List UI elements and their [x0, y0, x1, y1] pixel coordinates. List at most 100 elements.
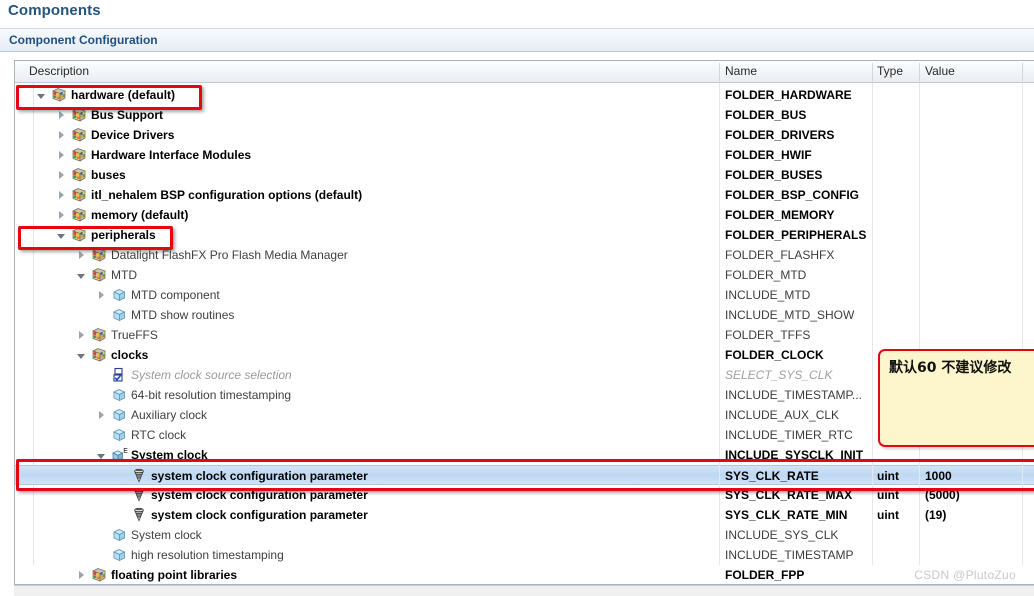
- tree-row-value[interactable]: 1000: [925, 469, 952, 483]
- chevron-right-icon[interactable]: [57, 151, 66, 160]
- tree-row[interactable]: MTD FOLDER_MTD: [15, 265, 1034, 285]
- tree-row-description: hardware (default): [71, 88, 176, 102]
- chevron-down-icon[interactable]: [97, 451, 106, 460]
- tree-row-name: INCLUDE_AUX_CLK: [725, 408, 840, 422]
- tree-row-description: 64-bit resolution timestamping: [131, 388, 292, 402]
- tree-row[interactable]: peripherals FOLDER_PERIPHERALS: [15, 225, 1034, 245]
- chevron-right-icon[interactable]: [97, 291, 106, 300]
- tree-row[interactable]: system clock configuration parameter SYS_…: [15, 485, 1034, 505]
- parameter-icon: [131, 468, 147, 484]
- chevron-right-icon[interactable]: [97, 411, 106, 420]
- tree-row-value[interactable]: (5000): [925, 488, 960, 502]
- chevron-down-icon[interactable]: [57, 231, 66, 240]
- folder-icon: [71, 207, 87, 223]
- column-divider-3[interactable]: [919, 63, 920, 81]
- tree-row[interactable]: high resolution timestamping INCLUDE_TIME…: [15, 545, 1034, 565]
- tree-row[interactable]: hardware (default) FOLDER_HARDWARE: [15, 85, 1034, 105]
- tree-row-name: FOLDER_TFFS: [725, 328, 811, 342]
- section-title: Component Configuration: [9, 33, 158, 47]
- tree-row[interactable]: system clock configuration parameter SYS_…: [15, 505, 1034, 525]
- watermark: CSDN @PlutoZuo: [914, 568, 1016, 582]
- column-separator-2: [872, 83, 873, 565]
- tree-row-type: uint: [877, 469, 899, 483]
- tree-row[interactable]: Datalight FlashFX Pro Flash Media Manage…: [15, 245, 1034, 265]
- tree-row-name: FOLDER_BUS: [725, 108, 807, 122]
- chevron-right-icon[interactable]: [57, 111, 66, 120]
- tree-row-name: INCLUDE_TIMER_RTC: [725, 428, 853, 442]
- component-icon: [111, 307, 127, 323]
- tree-row-description: itl_nehalem BSP configuration options (d…: [91, 188, 363, 202]
- column-divider-4[interactable]: [1022, 63, 1023, 81]
- column-header-type[interactable]: Type: [877, 64, 903, 78]
- tree-row[interactable]: E System clock INCLUDE_SYSCLK_INIT: [15, 445, 1034, 465]
- tree-row[interactable]: System clock INCLUDE_SYS_CLK: [15, 525, 1034, 545]
- tree-row[interactable]: buses FOLDER_BUSES: [15, 165, 1034, 185]
- folder-icon: [91, 567, 107, 583]
- component-icon: [111, 427, 127, 443]
- column-header-name[interactable]: Name: [725, 64, 757, 78]
- tree-row-name: SYS_CLK_RATE_MAX: [725, 488, 853, 502]
- tree-row[interactable]: memory (default) FOLDER_MEMORY: [15, 205, 1034, 225]
- component-tree-panel[interactable]: Description Name Type Value hardware (de…: [14, 60, 1034, 585]
- folder-icon: [91, 267, 107, 283]
- folder-icon: [91, 327, 107, 343]
- folder-icon: [71, 187, 87, 203]
- chevron-right-icon[interactable]: [57, 211, 66, 220]
- tree-row-name: INCLUDE_MTD: [725, 288, 811, 302]
- tree-row-name: INCLUDE_TIMESTAMP...: [725, 388, 862, 402]
- chevron-right-icon[interactable]: [77, 331, 86, 340]
- panel-bottom-strip: [14, 585, 1034, 596]
- component-icon: [111, 547, 127, 563]
- chevron-right-icon[interactable]: [57, 171, 66, 180]
- tree-row[interactable]: floating point libraries FOLDER_FPP: [15, 565, 1034, 584]
- tree-row-name: FOLDER_MTD: [725, 268, 807, 282]
- component-icon: [111, 527, 127, 543]
- column-divider-1[interactable]: [719, 63, 720, 81]
- tree-row-description: Device Drivers: [91, 128, 175, 142]
- chevron-right-icon[interactable]: [57, 131, 66, 140]
- chevron-right-icon[interactable]: [77, 571, 86, 580]
- tree-row-name: FOLDER_MEMORY: [725, 208, 835, 222]
- tree-row[interactable]: Bus Support FOLDER_BUS: [15, 105, 1034, 125]
- tree-row-value[interactable]: (19): [925, 508, 946, 522]
- tree-row-name: INCLUDE_SYS_CLK: [725, 528, 839, 542]
- folder-icon: [91, 347, 107, 363]
- tree-row-name: FOLDER_BUSES: [725, 168, 823, 182]
- tree-row-name: FOLDER_PERIPHERALS: [725, 228, 867, 242]
- tree-row[interactable]: TrueFFS FOLDER_TFFS: [15, 325, 1034, 345]
- tree-row[interactable]: Hardware Interface Modules FOLDER_HWIF: [15, 145, 1034, 165]
- tree-row-description: Bus Support: [91, 108, 163, 122]
- tree-row[interactable]: itl_nehalem BSP configuration options (d…: [15, 185, 1034, 205]
- column-divider-2[interactable]: [872, 63, 873, 81]
- tree-row[interactable]: system clock configuration parameter SYS_…: [15, 465, 1034, 485]
- chevron-down-icon[interactable]: [37, 91, 46, 100]
- tree-row-description: high resolution timestamping: [131, 548, 284, 562]
- chevron-right-icon[interactable]: [77, 251, 86, 260]
- chevron-down-icon[interactable]: [77, 271, 86, 280]
- folder-icon: [91, 247, 107, 263]
- tree-row-name: INCLUDE_SYSCLK_INIT: [725, 448, 864, 462]
- tree-row-description: clocks: [111, 348, 149, 362]
- tree-row-name: INCLUDE_TIMESTAMP: [725, 548, 854, 562]
- tree-row[interactable]: Device Drivers FOLDER_DRIVERS: [15, 125, 1034, 145]
- components-page: Components Component Configuration Descr…: [0, 0, 1034, 596]
- column-header-description[interactable]: Description: [29, 64, 89, 78]
- tree-row[interactable]: MTD show routines INCLUDE_MTD_SHOW: [15, 305, 1034, 325]
- sysclock-icon: E: [111, 447, 128, 463]
- tree-row-description: Auxiliary clock: [131, 408, 208, 422]
- tree-row-description: Hardware Interface Modules: [91, 148, 252, 162]
- column-header-value[interactable]: Value: [925, 64, 955, 78]
- column-separator-4: [1022, 83, 1023, 565]
- annotation-note-text: 默认60 不建议修改: [889, 360, 1012, 376]
- chevron-right-icon[interactable]: [57, 191, 66, 200]
- tree-row-description: System clock source selection: [131, 368, 292, 382]
- tree-row-name: FOLDER_HWIF: [725, 148, 812, 162]
- component-icon: [111, 387, 127, 403]
- tree-row-type: uint: [877, 488, 899, 502]
- tree-row-description: MTD: [111, 268, 137, 282]
- tree-row-name: FOLDER_DRIVERS: [725, 128, 835, 142]
- tree-row[interactable]: MTD component INCLUDE_MTD: [15, 285, 1034, 305]
- chevron-down-icon[interactable]: [77, 351, 86, 360]
- component-icon: [111, 407, 127, 423]
- tree-row-description: System clock: [131, 528, 202, 542]
